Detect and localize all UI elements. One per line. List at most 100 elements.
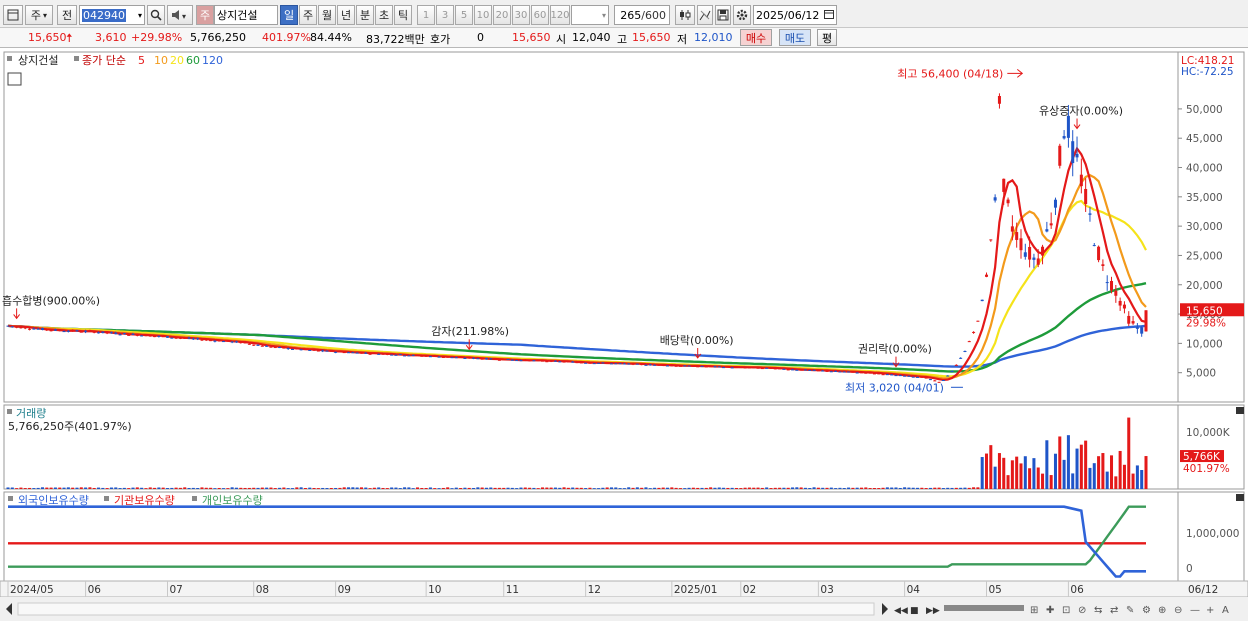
candle-body (911, 376, 915, 378)
interval-tab-120[interactable]: 120 (550, 5, 570, 25)
volume-bar (398, 488, 402, 489)
prev-button[interactable]: 전 (57, 5, 77, 25)
stock-name-field[interactable]: 상지건설 (214, 5, 278, 25)
date-input[interactable]: 2025/06/12 (753, 5, 837, 25)
candle-body (691, 365, 695, 367)
stock-code-input[interactable]: 042940 ▾ (79, 5, 145, 25)
period-tab-3[interactable]: 년 (337, 5, 355, 25)
volume-bar (588, 487, 592, 489)
volume-bar (1028, 468, 1032, 489)
volume-bar (329, 487, 333, 489)
candle-body (1105, 282, 1109, 284)
candle-body (329, 350, 333, 352)
period-select[interactable]: 주 ▾ (25, 5, 53, 25)
candle-body (338, 351, 342, 353)
interval-tab-1[interactable]: 1 (417, 5, 435, 25)
buy-button[interactable]: 매수 (740, 29, 772, 46)
period-tab-6[interactable]: 틱 (394, 5, 412, 25)
volume-bar (924, 488, 928, 489)
candle-body (1118, 300, 1122, 306)
candle-body (847, 371, 851, 373)
date-label: 07 (169, 584, 182, 596)
calendar-icon[interactable] (824, 9, 834, 22)
candle-body (782, 368, 786, 370)
interval-tab-3[interactable]: 3 (436, 5, 454, 25)
volume-bar (825, 487, 829, 489)
legend-square (7, 56, 12, 61)
candle-body (364, 352, 368, 354)
period-tab-2[interactable]: 월 (318, 5, 336, 25)
interval-tab-5[interactable]: 5 (455, 5, 473, 25)
candle-body (622, 363, 626, 365)
low-price: 12,010 (694, 31, 733, 44)
volume-bar (778, 487, 782, 489)
volume-bar (519, 487, 523, 489)
tool-icon: + (1206, 605, 1214, 616)
interval-tab-30[interactable]: 30 (512, 5, 530, 25)
period-tab-0[interactable]: 일 (280, 5, 298, 25)
candle-body (730, 367, 734, 369)
candle-body (808, 369, 812, 371)
layout-icon[interactable] (3, 5, 23, 25)
playback-icon: ▶▶ (926, 606, 940, 616)
interval-tab-20[interactable]: 20 (493, 5, 511, 25)
volume-bar (19, 487, 23, 489)
candle-body (71, 329, 75, 332)
candle-body (601, 362, 605, 364)
candle-body (609, 363, 613, 365)
bar-count-input[interactable]: 265/600 (614, 5, 670, 25)
date-label: 09 (338, 584, 351, 596)
candle-body (584, 362, 588, 364)
eval-button[interactable]: 평 (817, 29, 837, 46)
candle-body (454, 357, 458, 359)
candle-body (536, 360, 540, 362)
volume-bar (484, 487, 488, 489)
period-tab-4[interactable]: 분 (356, 5, 374, 25)
candle-body (174, 337, 178, 339)
candle-body (204, 339, 208, 341)
chart-canvas[interactable]: 5,00010,00015,00020,00025,00030,00035,00… (0, 48, 1248, 621)
crosshair-icon[interactable] (697, 5, 713, 25)
candle-body (243, 342, 247, 344)
candle-body (510, 359, 514, 361)
candle-body (726, 366, 730, 368)
interval-tab-60[interactable]: 60 (531, 5, 549, 25)
volume-bar (847, 487, 851, 489)
save-icon[interactable] (715, 5, 731, 25)
candle-body (614, 363, 618, 365)
volume-bar (829, 487, 833, 489)
candle-body (1097, 246, 1101, 261)
period-tab-5[interactable]: 초 (375, 5, 393, 25)
candle-body (153, 336, 157, 338)
gear-icon[interactable] (733, 5, 751, 25)
search-icon[interactable] (147, 5, 165, 25)
price-tick-label: 50,000 (1186, 104, 1223, 116)
volume-bar (191, 487, 195, 489)
candle-body (687, 365, 691, 367)
volume-bar (1105, 471, 1109, 489)
legend-square (74, 56, 79, 61)
candle-body (834, 370, 838, 372)
volume-bar (23, 488, 27, 489)
volume-bar (937, 487, 941, 489)
candle-body (351, 352, 355, 354)
volume-bar (1110, 455, 1114, 489)
sell-button[interactable]: 매도 (779, 29, 811, 46)
candle-body (269, 346, 273, 348)
candle-icon[interactable] (675, 5, 695, 25)
candle-body (114, 332, 118, 335)
volume-note: 5,766,250주(401.97%) (8, 420, 132, 433)
speaker-icon[interactable]: ▾ (167, 5, 193, 25)
volume-bar (157, 487, 161, 489)
axis-frame-2 (1177, 404, 1245, 490)
volume-bar (674, 487, 678, 489)
interval-tab-10[interactable]: 10 (474, 5, 492, 25)
volume-bar (842, 488, 846, 489)
candle-body (122, 333, 126, 335)
volume-bar (489, 487, 493, 489)
period-tab-1[interactable]: 주 (299, 5, 317, 25)
volume-bar (454, 487, 458, 489)
interval-input[interactable]: ▾ (571, 5, 609, 25)
candle-body (32, 328, 36, 330)
volume-bar (97, 487, 101, 489)
